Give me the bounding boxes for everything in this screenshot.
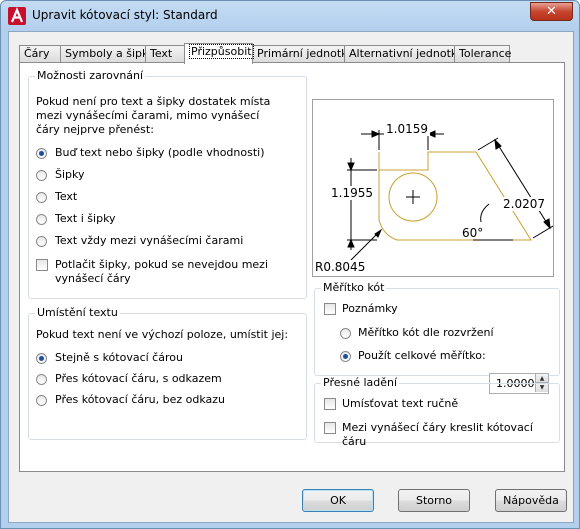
- draw-dim-line-checkbox[interactable]: [324, 422, 336, 434]
- preview-area: 1.0159 1.1955 2.0207 60° R0.8045: [312, 99, 554, 277]
- fit-options-group: Možnosti zarovnání Pokud není pro text a…: [28, 69, 307, 299]
- fit-tab-page: Možnosti zarovnání Pokud není pro text a…: [19, 62, 565, 472]
- spinner-up-icon[interactable]: ▲: [535, 374, 548, 383]
- radio-either-text-or-arrows[interactable]: [36, 148, 47, 159]
- fit-options-title: Možnosti zarovnání: [35, 69, 146, 83]
- tab-alternate-units[interactable]: Alternativní jednotky: [344, 45, 463, 62]
- preview-outline: [378, 151, 532, 241]
- window-title: Upravit kótovací styl: Standard: [32, 8, 218, 22]
- dialog-client: Čáry Symboly a šipky Text Přizpůsobit Pr…: [8, 31, 574, 523]
- fine-tuning-title: Přesné ladění: [321, 376, 400, 390]
- manual-text-checkbox[interactable]: [324, 398, 336, 410]
- suppress-arrows-checkbox[interactable]: [36, 259, 48, 271]
- radio-scale-to-layout-label[interactable]: Měřítko kót dle rozvržení: [358, 326, 494, 340]
- cancel-button[interactable]: Storno: [398, 489, 470, 512]
- fit-options-description: Pokud není pro text a šipky dostatek mís…: [36, 95, 271, 136]
- manual-text-label[interactable]: Umísťovat text ručně: [342, 397, 458, 411]
- fine-tuning-group: Přesné ladění Umísťovat text ručně Mezi …: [314, 376, 560, 448]
- text-placement-group: Umístění textu Pokud text není ve výchoz…: [28, 306, 307, 440]
- radio-over-without-leader[interactable]: [36, 395, 47, 406]
- tab-primary-units[interactable]: Primární jednotky: [252, 45, 354, 62]
- preview-dim-radius: R0.8045: [315, 260, 366, 274]
- draw-dim-line-label[interactable]: Mezi vynášecí čáry kreslit kótovací čáru: [342, 421, 559, 449]
- preview-dim-right: 2.0207: [503, 197, 545, 211]
- radio-text-and-arrows[interactable]: [36, 214, 47, 225]
- radio-over-with-leader-label[interactable]: Přes kótovací čáru, s odkazem: [55, 372, 222, 386]
- annotative-checkbox[interactable]: [324, 303, 336, 315]
- autocad-logo-icon: [8, 7, 26, 25]
- radio-beside-dim-line[interactable]: [36, 353, 47, 364]
- preview-dim-left: 1.1955: [331, 186, 373, 200]
- preview-dim-top: 1.0159: [384, 122, 430, 136]
- dialog-window: Upravit kótovací styl: Standard ✕ Čáry S…: [0, 0, 580, 529]
- close-icon: ✕: [546, 4, 557, 19]
- tab-fit[interactable]: Přizpůsobit: [184, 43, 254, 64]
- radio-use-overall-scale[interactable]: [340, 351, 351, 362]
- radio-text-always-between[interactable]: [36, 236, 47, 247]
- preview-dim-angle: 60°: [462, 226, 484, 240]
- radio-over-without-leader-label[interactable]: Přes kótovací čáru, bez odkazu: [55, 393, 225, 407]
- radio-arrows-label[interactable]: Šipky: [55, 168, 85, 182]
- text-placement-description: Pokud text není ve výchozí poloze, umíst…: [36, 328, 289, 341]
- radio-either-text-or-arrows-label[interactable]: Buď text nebo šipky (podle vhodnosti): [55, 146, 265, 160]
- radio-text-label[interactable]: Text: [55, 190, 77, 204]
- help-button[interactable]: Nápověda: [495, 489, 567, 512]
- radio-text-always-between-label[interactable]: Text vždy mezi vynášecími čarami: [55, 234, 243, 248]
- ok-button[interactable]: OK: [302, 489, 374, 512]
- radio-over-with-leader[interactable]: [36, 374, 47, 385]
- radio-arrows[interactable]: [36, 170, 47, 181]
- tab-text[interactable]: Text: [145, 45, 185, 62]
- tab-symbols-arrows[interactable]: Symboly a šipky: [60, 45, 154, 62]
- radio-scale-to-layout[interactable]: [340, 328, 351, 339]
- title-bar[interactable]: Upravit kótovací styl: Standard ✕: [1, 1, 579, 31]
- suppress-arrows-label-line2[interactable]: vynášecí čáry: [55, 272, 131, 286]
- close-button[interactable]: ✕: [530, 2, 573, 21]
- radio-text[interactable]: [36, 192, 47, 203]
- dim-scale-title: Měřítko kót: [321, 281, 387, 295]
- tab-tolerances[interactable]: Tolerance: [454, 45, 511, 62]
- radio-use-overall-scale-label[interactable]: Použít celkové měřítko:: [358, 349, 486, 363]
- tab-lines[interactable]: Čáry: [19, 45, 61, 62]
- suppress-arrows-label-line1[interactable]: Potlačit šipky, pokud se nevejdou mezi: [55, 258, 268, 272]
- radio-text-and-arrows-label[interactable]: Text i šipky: [55, 212, 116, 226]
- text-placement-title: Umístění textu: [35, 306, 120, 320]
- tab-fit-label: Přizpůsobit: [189, 44, 254, 59]
- radio-beside-dim-line-label[interactable]: Stejně s kótovací čárou: [55, 351, 183, 365]
- annotative-label[interactable]: Poznámky: [342, 302, 398, 316]
- dim-scale-group: Měřítko kót Poznámky Měřítko kót dle roz…: [314, 281, 560, 376]
